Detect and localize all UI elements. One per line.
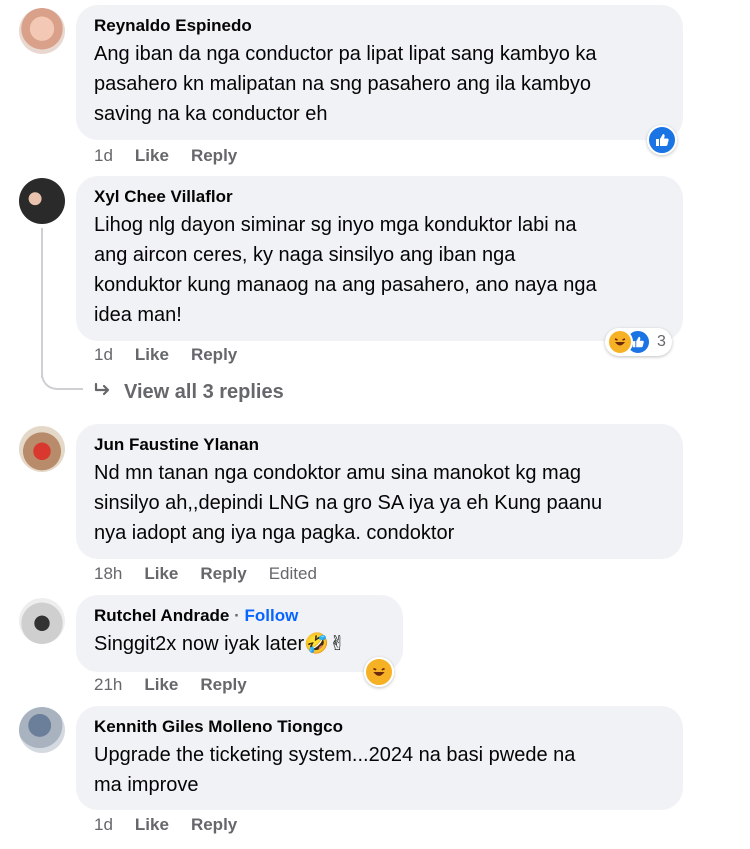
- comment-time[interactable]: 1d: [94, 345, 113, 365]
- comment-actions: 1d Like Reply: [94, 146, 259, 166]
- avatar[interactable]: [19, 426, 65, 472]
- comment-line: Singgit2x now iyak later🤣✌: [94, 633, 346, 655]
- reply-button[interactable]: Reply: [191, 345, 237, 365]
- comment-author[interactable]: Kennith Giles Molleno Tiongco: [94, 716, 665, 738]
- like-button[interactable]: Like: [135, 815, 169, 835]
- comment-time[interactable]: 21h: [94, 675, 122, 695]
- reply-button[interactable]: Reply: [200, 564, 246, 584]
- comment-text: Nd mn tanan nga condoktor amu sina manok…: [94, 458, 665, 548]
- comment-bubble: Rutchel Andrade · Follow Singgit2x now i…: [76, 595, 403, 672]
- comment-actions: 18h Like Reply Edited: [94, 564, 339, 584]
- comment-line: Ang iban da nga conductor pa lipat lipat…: [94, 43, 597, 65]
- reaction-summary[interactable]: 3: [605, 328, 672, 356]
- reaction-summary[interactable]: [364, 657, 394, 687]
- haha-reaction-icon: [607, 329, 633, 355]
- comment-text: Ang iban da nga conductor pa lipat lipat…: [94, 39, 665, 129]
- comment-bubble: Xyl Chee Villaflor Lihog nlg dayon simin…: [76, 176, 683, 341]
- like-button[interactable]: Like: [144, 564, 178, 584]
- reply-arrow-icon: [94, 381, 112, 404]
- comment-bubble: Kennith Giles Molleno Tiongco Upgrade th…: [76, 706, 683, 810]
- edited-label: Edited: [268, 564, 317, 583]
- comment-actions: 1d Like Reply: [94, 345, 259, 365]
- comment-author[interactable]: Xyl Chee Villaflor: [94, 186, 665, 208]
- thread-curve: [41, 368, 83, 390]
- comment-line: pasahero kn malipatan na sng pasahero an…: [94, 73, 591, 95]
- reply-button[interactable]: Reply: [191, 815, 237, 835]
- reaction-count: 3: [657, 333, 666, 350]
- comment-text: Upgrade the ticketing system...2024 na b…: [94, 740, 665, 800]
- comment-text: Singgit2x now iyak later🤣✌: [94, 629, 385, 659]
- like-reaction-icon: [647, 125, 677, 155]
- reaction-summary[interactable]: [647, 125, 677, 155]
- comment-author[interactable]: Jun Faustine Ylanan: [94, 434, 665, 456]
- comment-line: sinsilyo ah,,depindi LNG na gro SA iya y…: [94, 492, 603, 514]
- comment-bubble: Jun Faustine Ylanan Nd mn tanan nga cond…: [76, 424, 683, 559]
- reply-button[interactable]: Reply: [200, 675, 246, 695]
- comment-actions: 21h Like Reply: [94, 675, 269, 695]
- comment-line: nya iadopt ang iya nga pagka. condoktor: [94, 522, 455, 544]
- comment-author[interactable]: Reynaldo Espinedo: [94, 15, 665, 37]
- comment-line: ma improve: [94, 774, 199, 796]
- view-replies-button[interactable]: View all 3 replies: [94, 381, 284, 404]
- comment-line: saving na ka conductor eh: [94, 103, 328, 125]
- comment-actions: 1d Like Reply: [94, 815, 259, 835]
- avatar[interactable]: [19, 598, 65, 644]
- comment-time[interactable]: 1d: [94, 815, 113, 835]
- comment-bubble: Reynaldo Espinedo Ang iban da nga conduc…: [76, 5, 683, 140]
- comment-line: idea man!: [94, 304, 182, 326]
- like-button[interactable]: Like: [135, 146, 169, 166]
- comment-line: Upgrade the ticketing system...2024 na b…: [94, 744, 576, 766]
- view-replies-label: View all 3 replies: [124, 381, 284, 403]
- comment-author[interactable]: Rutchel Andrade · Follow: [94, 605, 385, 627]
- comment-line: Lihog nlg dayon siminar sg inyo mga kond…: [94, 214, 577, 236]
- comment-text: Lihog nlg dayon siminar sg inyo mga kond…: [94, 210, 665, 330]
- like-button[interactable]: Like: [144, 675, 178, 695]
- avatar[interactable]: [19, 8, 65, 54]
- haha-reaction-icon: [364, 657, 394, 687]
- follow-button[interactable]: Follow: [245, 606, 299, 625]
- like-button[interactable]: Like: [135, 345, 169, 365]
- avatar[interactable]: [19, 178, 65, 224]
- reply-button[interactable]: Reply: [191, 146, 237, 166]
- comment-author-name[interactable]: Rutchel Andrade: [94, 606, 229, 625]
- separator: ·: [234, 606, 245, 625]
- avatar[interactable]: [19, 707, 65, 753]
- thread-line: [41, 228, 43, 378]
- comment-line: ang aircon ceres, ky naga sinsilyo ang i…: [94, 244, 516, 266]
- comment-time[interactable]: 1d: [94, 146, 113, 166]
- comment-line: Nd mn tanan nga condoktor amu sina manok…: [94, 462, 581, 484]
- comment-time[interactable]: 18h: [94, 564, 122, 584]
- comment-line: konduktor kung manaog na ang pasahero, a…: [94, 274, 597, 296]
